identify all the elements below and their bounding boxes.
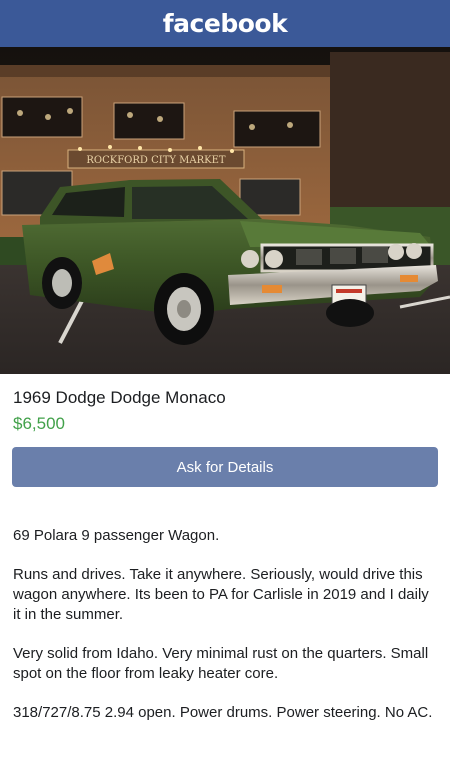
- description-paragraph: 318/727/8.75 2.94 open. Power drums. Pow…: [13, 704, 433, 721]
- description-paragraph: 69 Polara 9 passenger Wagon.: [13, 527, 220, 544]
- listing-title: 1969 Dodge Dodge Monaco: [13, 388, 226, 407]
- top-bar: facebook: [0, 0, 450, 47]
- listing-photo[interactable]: ROCKFORD CITY MARKET: [0, 47, 450, 374]
- facebook-logo[interactable]: facebook: [163, 9, 288, 38]
- store-sign: ROCKFORD CITY MARKET: [86, 155, 226, 166]
- description-paragraph: Runs and drives. Take it anywhere. Serio…: [13, 566, 429, 623]
- listing-description: 69 Polara 9 passenger Wagon. Runs and dr…: [13, 526, 437, 742]
- car-photo-illustration: ROCKFORD CITY MARKET: [0, 47, 450, 374]
- listing-price: $6,500: [13, 414, 65, 433]
- description-paragraph: Very solid from Idaho. Very minimal rust…: [13, 645, 429, 682]
- ask-for-details-button[interactable]: Ask for Details: [12, 447, 438, 487]
